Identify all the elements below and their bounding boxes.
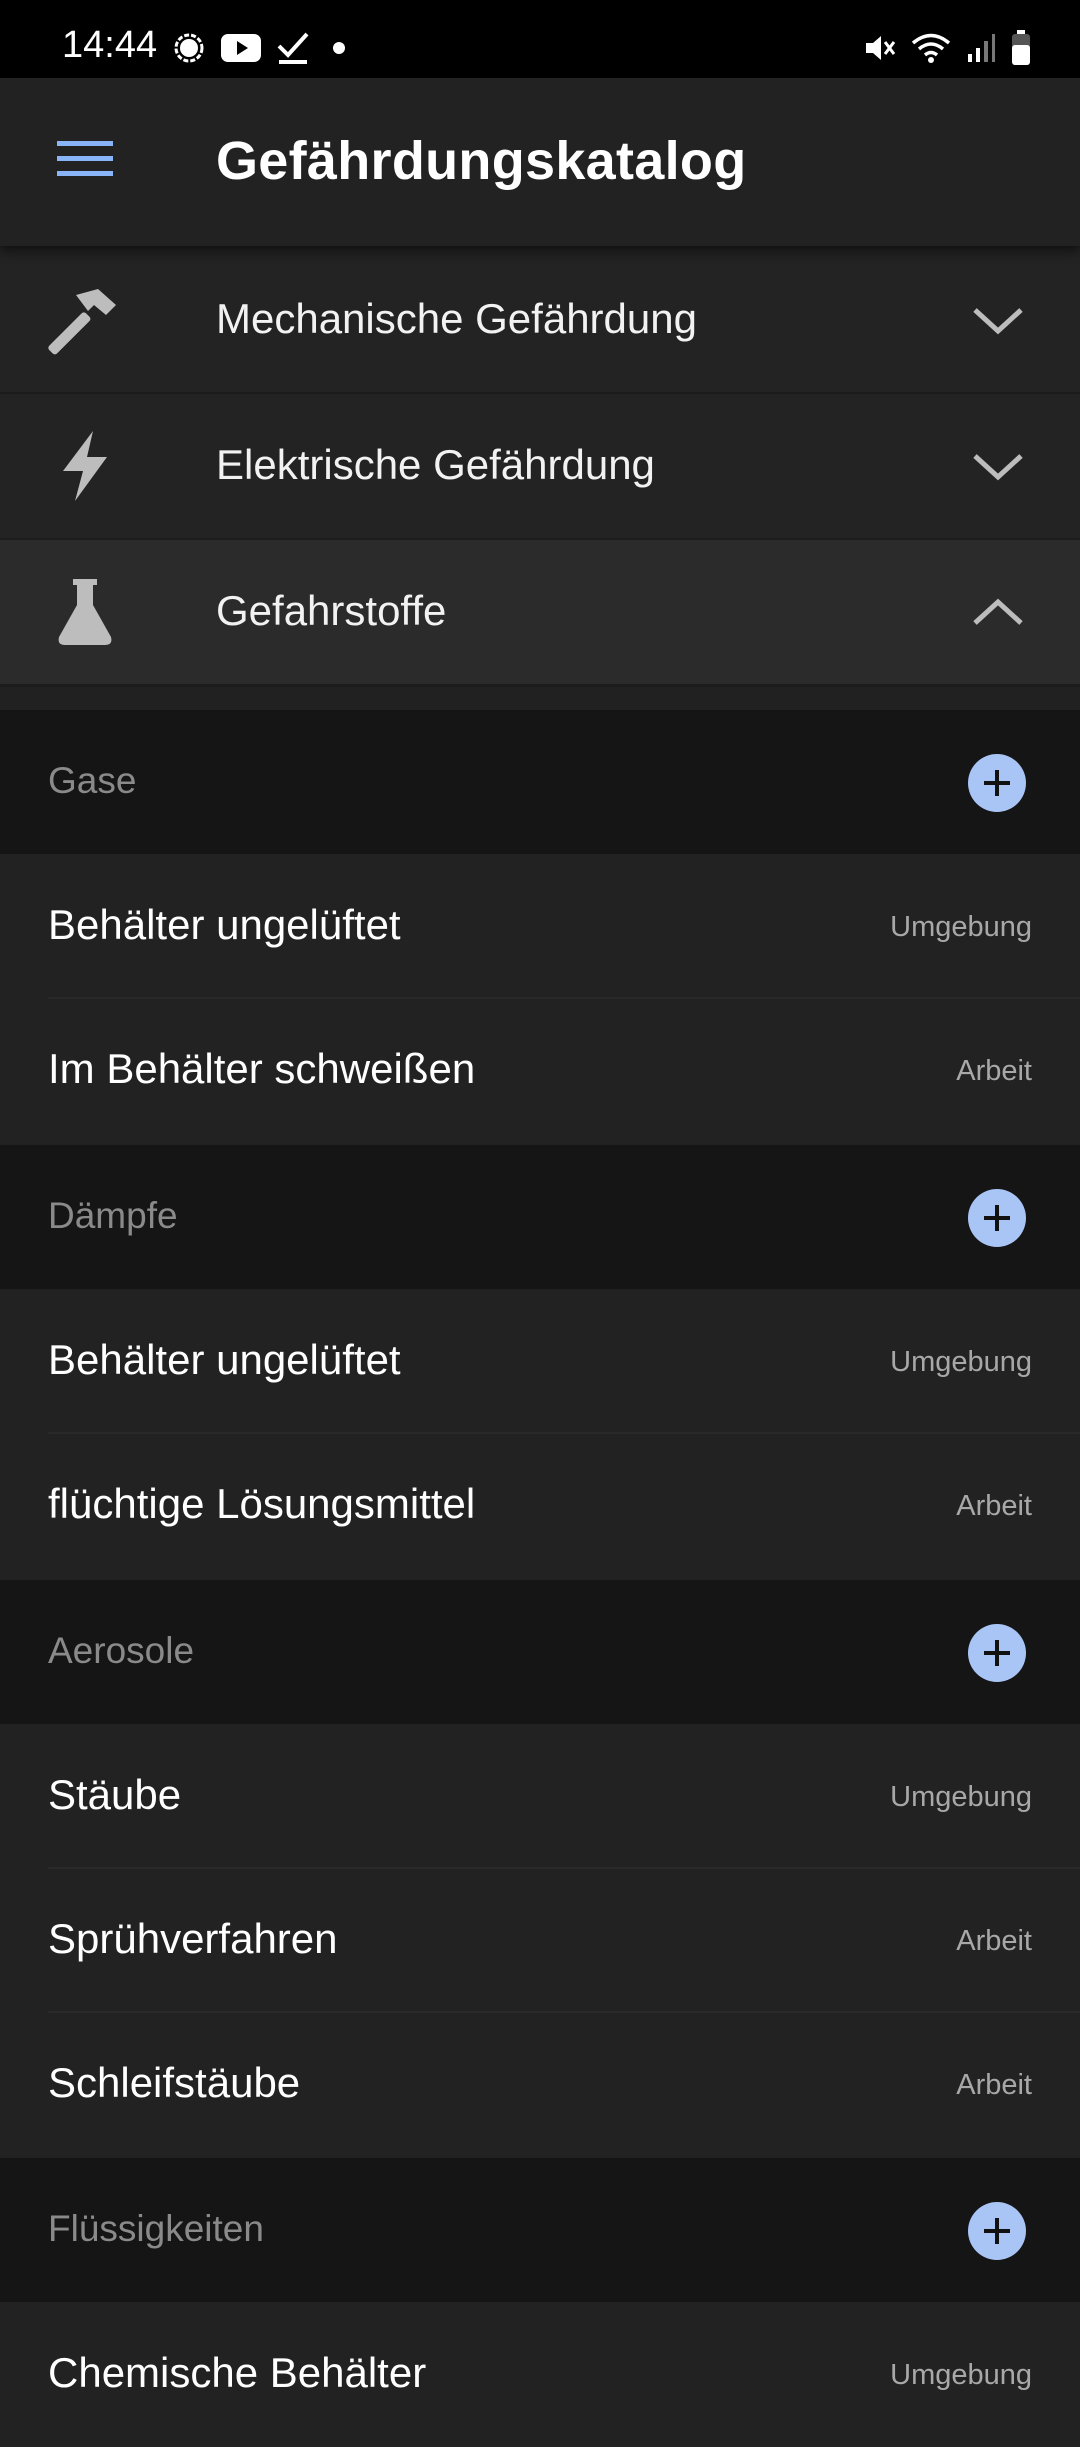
item-tag: Umgebung	[890, 2359, 1032, 2391]
list-item[interactable]: Stäube Umgebung	[0, 1725, 1080, 1869]
item-tag: Arbeit	[956, 2069, 1032, 2101]
check-icon	[276, 30, 310, 71]
add-button[interactable]	[968, 754, 1026, 812]
category-label: Elektrische Gefährdung	[216, 441, 655, 488]
list-item[interactable]: Behälter ungelüftet Umgebung	[0, 1290, 1080, 1434]
section-header-aerosole: Aerosole	[0, 1580, 1080, 1724]
item-label: Im Behälter schweißen	[48, 1045, 476, 1092]
battery-icon	[1010, 29, 1032, 71]
plus-icon	[984, 1640, 1010, 1666]
item-tag: Arbeit	[956, 1490, 1032, 1522]
list-item[interactable]: Chemische Behälter Umgebung	[0, 2303, 1080, 2447]
add-button[interactable]	[968, 1189, 1026, 1247]
list-item[interactable]: flüchtige Lösungsmittel Arbeit	[0, 1434, 1080, 1578]
item-label: Schleifstäube	[48, 2059, 301, 2106]
item-label: flüchtige Lösungsmittel	[48, 1480, 476, 1527]
section-title: Gase	[48, 760, 137, 801]
section-title: Aerosole	[48, 1630, 195, 1671]
list-item[interactable]: Schleifstäube Arbeit	[0, 2013, 1080, 2157]
item-tag: Umgebung	[890, 1781, 1032, 1813]
item-label: Chemische Behälter	[48, 2349, 427, 2396]
item-label: Sprühverfahren	[48, 1915, 338, 1962]
status-notification-icons	[172, 26, 354, 74]
item-label: Stäube	[48, 1771, 182, 1818]
section-title: Dämpfe	[48, 1195, 178, 1236]
plus-icon	[984, 1205, 1010, 1231]
plus-icon	[984, 2218, 1010, 2244]
status-bar: 14:44	[0, 0, 1080, 78]
list-item[interactable]: Im Behälter schweißen Arbeit	[0, 999, 1080, 1143]
section-header-fluessigkeiten: Flüssigkeiten	[0, 2158, 1080, 2302]
section-header-daempfe: Dämpfe	[0, 1145, 1080, 1289]
item-label: Behälter ungelüftet	[48, 1336, 401, 1383]
list-item[interactable]: Behälter ungelüftet Umgebung	[0, 855, 1080, 999]
item-tag: Umgebung	[890, 1346, 1032, 1378]
add-button[interactable]	[968, 1624, 1026, 1682]
category-label: Mechanische Gefährdung	[216, 295, 697, 342]
flask-icon	[40, 572, 130, 652]
mute-icon	[862, 31, 896, 70]
plus-icon	[984, 770, 1010, 796]
list-item[interactable]: Sprühverfahren Arbeit	[0, 1869, 1080, 2013]
item-label: Behälter ungelüftet	[48, 901, 401, 948]
lightning-icon	[40, 426, 130, 506]
add-button[interactable]	[968, 2202, 1026, 2260]
youtube-icon	[220, 32, 262, 69]
category-electrical[interactable]: Elektrische Gefährdung	[0, 394, 1080, 541]
dot-icon	[324, 33, 354, 68]
signal-messenger-icon	[172, 31, 206, 70]
category-hazardous-substances[interactable]: Gefahrstoffe	[0, 540, 1080, 687]
status-system-icons	[862, 26, 1032, 74]
item-tag: Arbeit	[956, 1055, 1032, 1087]
chevron-up-icon[interactable]	[968, 582, 1028, 642]
category-label: Gefahrstoffe	[216, 587, 447, 634]
cell-signal-icon	[966, 32, 996, 69]
hammer-icon	[40, 280, 130, 360]
hamburger-menu-icon	[57, 141, 113, 176]
chevron-down-icon[interactable]	[968, 436, 1028, 496]
category-mechanical[interactable]: Mechanische Gefährdung	[0, 248, 1080, 395]
page-title: Gefährdungskatalog	[216, 131, 747, 191]
section-title: Flüssigkeiten	[48, 2208, 264, 2249]
item-tag: Arbeit	[956, 1925, 1032, 1957]
wifi-icon	[910, 31, 952, 70]
chevron-down-icon[interactable]	[968, 290, 1028, 350]
section-header-gase: Gase	[0, 710, 1080, 854]
app-bar: Gefährdungskatalog	[0, 78, 1080, 246]
status-time: 14:44	[62, 24, 158, 66]
item-tag: Umgebung	[890, 911, 1032, 943]
menu-button[interactable]	[40, 114, 130, 204]
